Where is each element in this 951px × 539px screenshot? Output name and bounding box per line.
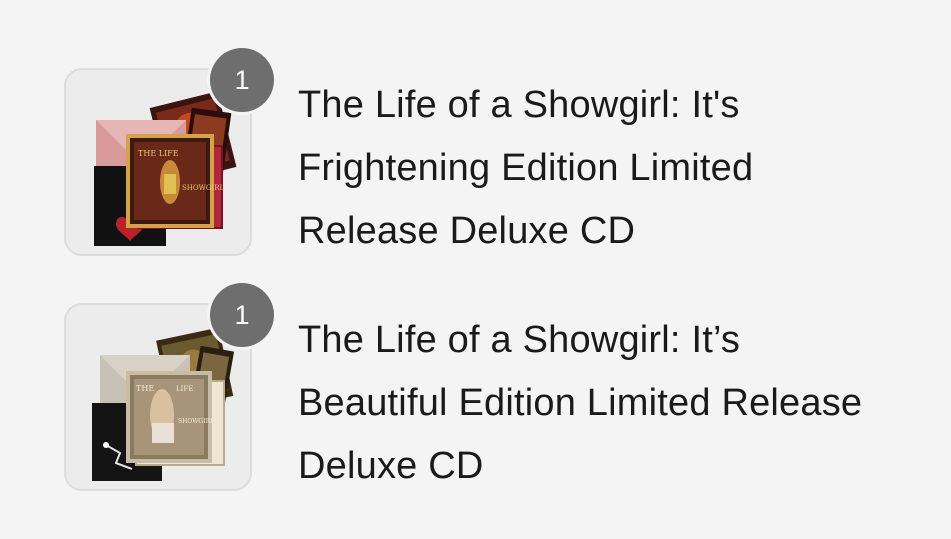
product-title-line: The Life of a Showgirl: It’s xyxy=(298,319,741,361)
order-item[interactable]: THE LIFE SHOWGIRL 1 The Life of a Showgi… xyxy=(0,283,951,493)
svg-text:SHOWGIRL: SHOWGIRL xyxy=(178,418,214,425)
product-title-line: Frightening Edition Limited xyxy=(298,147,754,189)
product-thumbnail-wrapper: THE LIFE SHOWGIRL 1 xyxy=(64,48,274,258)
product-title[interactable]: The Life of a Showgirl: It's Frightening… xyxy=(298,74,938,263)
product-title-line: Deluxe CD xyxy=(298,445,484,487)
svg-text:THE LIFE: THE LIFE xyxy=(138,149,179,158)
quantity-badge: 1 xyxy=(210,48,274,112)
order-item-list: THE LIFE SHOWGIRL 1 The Life of a Showgi… xyxy=(0,0,951,539)
product-title-line: The Life of a Showgirl: It's xyxy=(298,84,740,126)
quantity-badge: 1 xyxy=(210,283,274,347)
product-title[interactable]: The Life of a Showgirl: It’s Beautiful E… xyxy=(298,309,938,498)
product-thumbnail-wrapper: THE LIFE SHOWGIRL 1 xyxy=(64,283,274,493)
svg-text:THE: THE xyxy=(136,384,154,393)
product-title-line: Release Deluxe CD xyxy=(298,210,636,252)
svg-text:SHOWGIRL: SHOWGIRL xyxy=(182,184,224,192)
product-title-line: Beautiful Edition Limited Release xyxy=(298,382,863,424)
order-item[interactable]: THE LIFE SHOWGIRL 1 The Life of a Showgi… xyxy=(0,48,951,258)
svg-text:LIFE: LIFE xyxy=(176,385,193,393)
